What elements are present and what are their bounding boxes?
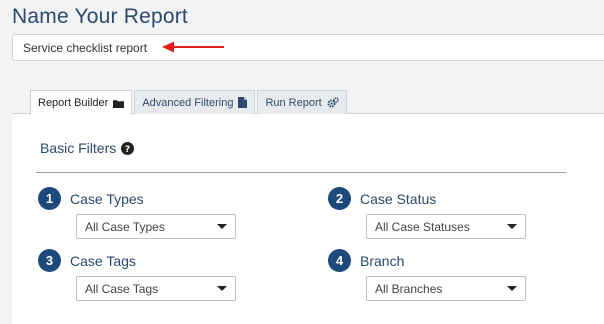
filter-case-status-label: 2 Case Status — [328, 187, 436, 210]
svg-text:?: ? — [125, 145, 130, 155]
tab-run-report[interactable]: Run Report — [257, 90, 347, 114]
caret-down-icon — [217, 224, 227, 229]
filter-label-text: Case Types — [70, 190, 144, 207]
branch-dropdown[interactable]: All Branches — [366, 276, 526, 301]
step-number-badge: 1 — [38, 187, 61, 210]
section-divider — [36, 172, 566, 173]
filter-case-tags-label: 3 Case Tags — [38, 249, 136, 272]
folder-icon — [113, 99, 125, 108]
caret-down-icon — [217, 286, 227, 291]
filter-branch-label: 4 Branch — [328, 249, 404, 272]
report-name-input[interactable] — [12, 34, 604, 61]
tab-advanced-filtering[interactable]: Advanced Filtering — [134, 90, 256, 114]
caret-down-icon — [507, 286, 517, 291]
page-title: Name Your Report — [12, 5, 188, 28]
tab-label: Report Builder — [38, 97, 109, 109]
filter-label-text: Case Status — [360, 190, 437, 207]
step-number-badge: 2 — [328, 187, 351, 210]
basic-filters-heading: Basic Filters ? — [40, 140, 135, 156]
basic-filters-label: Basic Filters — [40, 140, 117, 156]
filter-case-types-label: 1 Case Types — [38, 187, 144, 210]
filter-label-text: Branch — [360, 252, 405, 269]
tab-label: Advanced Filtering — [142, 96, 234, 109]
help-icon[interactable]: ? — [121, 141, 135, 155]
tab-label: Run Report — [265, 96, 322, 109]
case-tags-dropdown[interactable]: All Case Tags — [76, 276, 236, 301]
dropdown-value: All Branches — [375, 281, 443, 296]
dropdown-value: All Case Tags — [85, 281, 159, 296]
document-icon — [238, 97, 248, 108]
dropdown-value: All Case Statuses — [375, 219, 470, 234]
gears-icon — [327, 97, 339, 108]
step-number-badge: 4 — [328, 249, 351, 272]
tab-report-builder[interactable]: Report Builder — [30, 90, 133, 115]
filter-label-text: Case Tags — [70, 252, 136, 269]
caret-down-icon — [507, 224, 517, 229]
case-status-dropdown[interactable]: All Case Statuses — [366, 214, 526, 239]
case-types-dropdown[interactable]: All Case Types — [76, 214, 236, 239]
dropdown-value: All Case Types — [85, 219, 165, 234]
report-tabs: Report Builder Advanced Filtering Run Re… — [30, 90, 349, 115]
step-number-badge: 3 — [38, 249, 61, 272]
annotation-arrow-icon — [162, 41, 224, 53]
